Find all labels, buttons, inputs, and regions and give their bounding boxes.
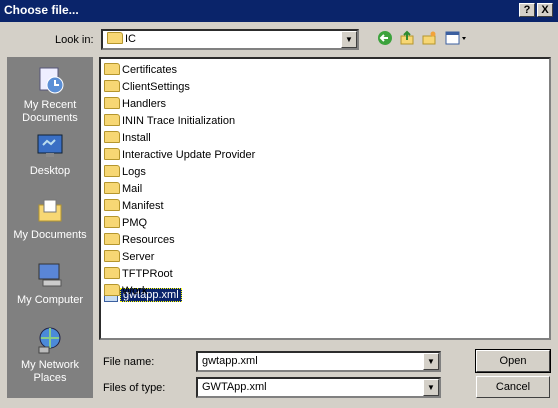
desktop-icon [37, 134, 63, 157]
folder-item-label: Work [122, 285, 148, 297]
folder-icon [107, 32, 123, 45]
folder-item-label: ClientSettings [122, 81, 190, 93]
list-item[interactable]: Manifest [104, 198, 164, 215]
list-item[interactable]: ClientSettings [104, 79, 190, 96]
folder-icon [104, 114, 120, 127]
folder-item-label: Manifest [122, 200, 164, 212]
folder-item-label: Resources [122, 234, 175, 246]
my-computer-icon [38, 263, 62, 287]
file-dialog: Choose file... ? X Look in: IC ▼ My Rece… [0, 0, 558, 408]
open-button[interactable]: Open [475, 349, 551, 373]
place-label: Desktop [29, 165, 71, 177]
chevron-down-icon[interactable]: ▼ [423, 353, 439, 370]
list-item[interactable]: PMQ [104, 215, 147, 232]
folder-icon [104, 233, 120, 246]
back-button[interactable] [375, 30, 395, 50]
place-recent-documents[interactable]: My Recent Documents [7, 65, 93, 125]
folder-item-label: Handlers [122, 98, 167, 110]
folder-icon [104, 80, 120, 93]
place-label: My Network Places [20, 359, 80, 384]
list-item[interactable]: TFTPRoot [104, 266, 173, 283]
folder-item-label: Mail [122, 183, 143, 195]
list-item[interactable]: Interactive Update Provider [104, 147, 255, 164]
folder-item-label: ININ Trace Initialization [122, 115, 236, 127]
close-button[interactable]: X [537, 3, 553, 17]
my-documents-icon [38, 199, 62, 222]
file-name-label: File name: [103, 356, 155, 368]
place-label: My Documents [13, 229, 87, 241]
list-item[interactable]: Server [104, 249, 154, 266]
file-name-value: gwtapp.xml [202, 355, 258, 367]
list-item[interactable]: Handlers [104, 96, 166, 113]
dialog-title: Choose file... [4, 3, 79, 17]
folder-item-label: PMQ [122, 217, 148, 229]
list-item[interactable]: Work [104, 283, 147, 300]
file-type-select[interactable]: GWTApp.xml ▼ [196, 377, 441, 398]
folder-icon [104, 250, 120, 263]
list-item[interactable]: Logs [104, 164, 146, 181]
place-label: My Recent Documents [22, 99, 78, 124]
network-places-icon [38, 327, 61, 354]
list-item[interactable]: Certificates [104, 62, 177, 79]
chevron-down-icon[interactable]: ▼ [423, 379, 439, 396]
cancel-button[interactable]: Cancel [476, 376, 550, 398]
folder-item-label: TFTPRoot [122, 268, 173, 280]
place-my-documents[interactable]: My Documents [7, 195, 93, 242]
list-item[interactable]: ININ Trace Initialization [104, 113, 235, 130]
up-folder-button[interactable] [397, 30, 417, 50]
list-item[interactable]: Resources [104, 232, 175, 249]
help-button[interactable]: ? [519, 3, 535, 17]
folder-item-label: Logs [122, 166, 146, 178]
folder-icon [104, 63, 120, 76]
recent-documents-icon [39, 67, 64, 94]
folder-icon [104, 182, 120, 195]
title-bar[interactable]: Choose file... ? X [0, 0, 558, 22]
folder-icon [104, 148, 120, 161]
place-network[interactable]: My Network Places [7, 325, 93, 385]
file-name-input[interactable]: gwtapp.xml ▼ [196, 351, 441, 372]
folder-icon [104, 97, 120, 110]
look-in-value: IC [125, 33, 136, 45]
new-folder-button[interactable] [419, 30, 439, 50]
place-label: My Computer [16, 294, 84, 306]
folder-icon [104, 165, 120, 178]
chevron-down-icon[interactable]: ▼ [341, 31, 357, 48]
look-in-label: Look in: [55, 34, 94, 46]
folder-icon [104, 216, 120, 229]
folder-item-label: Certificates [122, 64, 178, 76]
folder-item-label: Install [122, 132, 151, 144]
folder-item-label: Server [122, 251, 155, 263]
views-menu-button[interactable] [443, 30, 471, 50]
file-list[interactable]: gwtapp.xml Certificates ClientSettings Han… [99, 57, 551, 340]
list-item[interactable]: Mail [104, 181, 142, 198]
file-type-label: Files of type: [103, 382, 166, 394]
folder-item-label: Interactive Update Provider [122, 149, 256, 161]
file-type-value: GWTApp.xml [202, 381, 267, 393]
place-my-computer[interactable]: My Computer [7, 260, 93, 307]
folder-icon [104, 199, 120, 212]
folder-icon [104, 284, 120, 297]
look-in-dropdown[interactable]: IC ▼ [101, 29, 359, 50]
folder-icon [104, 267, 120, 280]
list-item[interactable]: Install [104, 130, 151, 147]
places-bar: My Recent Documents Desktop My Documents… [7, 57, 93, 398]
place-desktop[interactable]: Desktop [7, 131, 93, 178]
folder-icon [104, 131, 120, 144]
